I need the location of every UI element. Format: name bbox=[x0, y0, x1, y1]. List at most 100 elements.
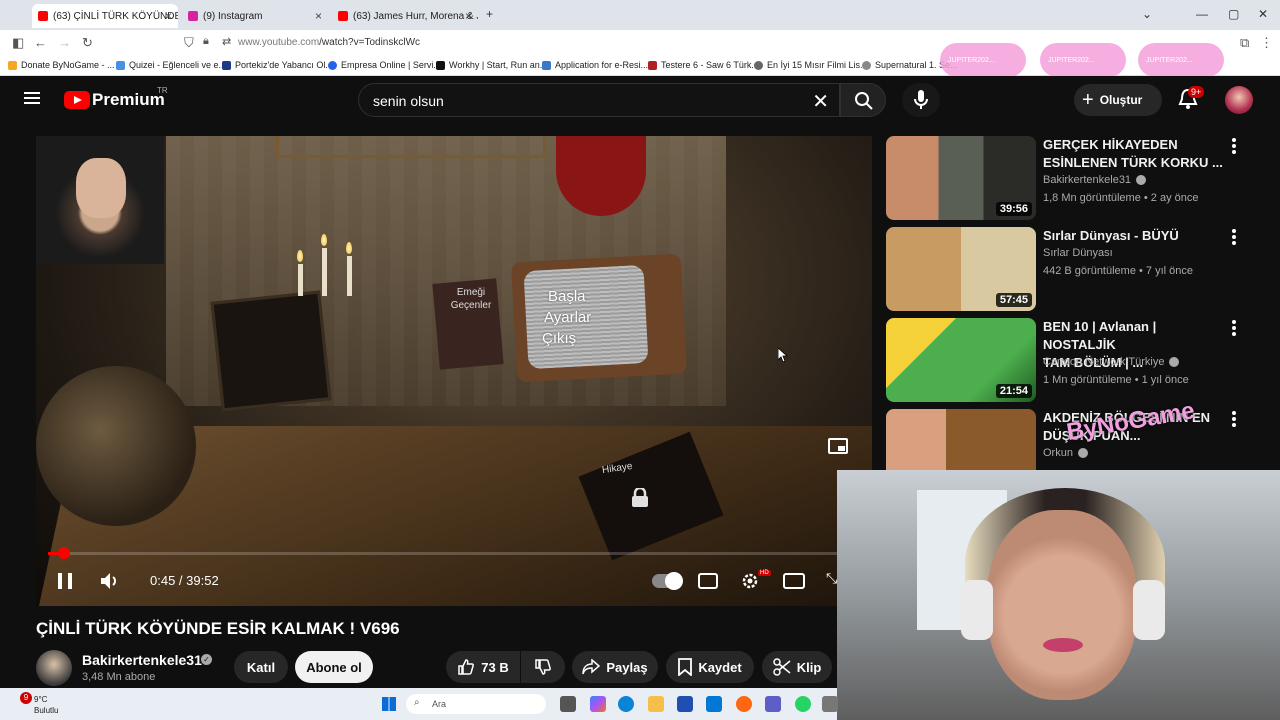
lock-icon[interactable]: 🔒︎ bbox=[203, 35, 209, 48]
fullscreen-icon[interactable]: ⤡ bbox=[826, 570, 837, 587]
subscribe-button[interactable]: Abone ol bbox=[295, 651, 373, 683]
video-thumbnail[interactable]: 39:56 bbox=[886, 136, 1036, 220]
save-button[interactable]: Kaydet bbox=[666, 651, 754, 683]
verified-check-icon bbox=[1136, 175, 1147, 185]
bookmark-icon bbox=[116, 60, 125, 70]
hamburger-menu-icon[interactable] bbox=[24, 92, 40, 104]
create-button[interactable]: + Oluştur bbox=[1074, 84, 1162, 116]
bookmark-label: Quizei - Eğlenceli ve e... bbox=[129, 60, 227, 70]
weather-condition: Bulutlu bbox=[34, 706, 59, 715]
recommended-channel[interactable]: Cartoon Network Türkiye bbox=[1043, 356, 1180, 368]
more-options-icon[interactable] bbox=[1232, 411, 1236, 427]
join-button[interactable]: Katıl bbox=[234, 651, 288, 683]
like-button[interactable]: 73 B bbox=[446, 651, 520, 683]
subtitles-icon[interactable] bbox=[698, 573, 718, 589]
site-info-icon[interactable]: ⇄ bbox=[222, 35, 231, 48]
recommended-video[interactable]: 57:45 Sırlar Dünyası - BÜYÜ Sırlar Dünya… bbox=[886, 227, 1276, 311]
close-tab-icon[interactable]: × bbox=[165, 9, 172, 23]
reload-icon[interactable]: ↻ bbox=[82, 35, 93, 51]
search-input[interactable]: senin olsun ✕ bbox=[358, 83, 840, 117]
bookmark-icon bbox=[648, 60, 657, 70]
bookmark-item[interactable]: Application for e-Resi... bbox=[542, 60, 648, 70]
firefox-icon[interactable] bbox=[736, 696, 752, 712]
more-options-icon[interactable] bbox=[1232, 229, 1236, 245]
flame-icon bbox=[321, 234, 327, 246]
premium-label[interactable]: Premium bbox=[92, 90, 165, 110]
recommended-channel[interactable]: Orkun bbox=[1043, 447, 1088, 459]
share-button[interactable]: Paylaş bbox=[572, 651, 658, 683]
back-icon[interactable]: ← bbox=[34, 35, 47, 50]
store-icon[interactable] bbox=[677, 696, 693, 712]
new-tab-icon[interactable]: + bbox=[486, 7, 493, 21]
tab-music[interactable]: (63) James Hurr, Morena & Jay × bbox=[332, 4, 478, 28]
more-options-icon[interactable] bbox=[1232, 320, 1236, 336]
account-avatar[interactable] bbox=[1225, 86, 1253, 114]
taskbar-app-icon[interactable] bbox=[822, 696, 838, 712]
recommended-title[interactable]: GERÇEK HİKAYEDEN ESİNLENEN TÜRK KORKU ..… bbox=[1043, 136, 1223, 172]
minimize-icon[interactable]: — bbox=[1196, 7, 1208, 21]
teams-icon[interactable] bbox=[765, 696, 781, 712]
weather-widget[interactable]: 9°C Bulutlu bbox=[34, 694, 58, 716]
url-field[interactable]: www.youtube.com/watch?v=TodinskclWc bbox=[238, 37, 420, 48]
search-button[interactable] bbox=[840, 83, 886, 117]
bookmark-icon bbox=[678, 658, 693, 676]
sidebar-toggle-icon[interactable]: ◧ bbox=[12, 35, 24, 51]
tab-instagram[interactable]: (9) Instagram × bbox=[182, 4, 328, 28]
video-player[interactable]: Emeği Geçenler Başla Ayarlar Çıkış Hikay… bbox=[36, 136, 872, 606]
forward-icon[interactable]: → bbox=[58, 35, 71, 50]
dislike-button[interactable] bbox=[521, 651, 565, 683]
progress-bar[interactable] bbox=[48, 547, 872, 559]
video-duration: 57:45 bbox=[995, 293, 1032, 307]
recommended-title[interactable]: Sırlar Dünyası - BÜYÜ bbox=[1043, 227, 1223, 245]
voice-search-button[interactable] bbox=[902, 83, 940, 117]
clear-search-icon[interactable]: ✕ bbox=[812, 89, 829, 114]
miniplayer-icon[interactable] bbox=[828, 438, 848, 454]
edge-icon[interactable] bbox=[618, 696, 634, 712]
channel-avatar[interactable] bbox=[36, 650, 72, 686]
thumbs-up-icon bbox=[458, 659, 475, 675]
plus-icon: + bbox=[1082, 88, 1094, 111]
tab-list-icon[interactable]: ⌄ bbox=[1142, 7, 1152, 21]
mail-icon[interactable] bbox=[706, 696, 722, 712]
windows-start-icon[interactable] bbox=[382, 697, 396, 711]
taskbar-search[interactable]: ⌕ Ara bbox=[406, 694, 546, 714]
maximize-icon[interactable]: ▢ bbox=[1228, 7, 1239, 21]
recommended-video[interactable]: 39:56 GERÇEK HİKAYEDEN ESİNLENEN TÜRK KO… bbox=[886, 136, 1276, 220]
volume-icon[interactable] bbox=[100, 572, 120, 590]
bookmark-item[interactable]: Testere 6 - Saw 6 Türk... bbox=[648, 60, 759, 70]
whatsapp-icon[interactable] bbox=[795, 696, 811, 712]
video-thumbnail[interactable]: 57:45 bbox=[886, 227, 1036, 311]
autoplay-toggle[interactable] bbox=[652, 572, 683, 590]
clip-button[interactable]: Klip bbox=[762, 651, 832, 683]
recommended-channel[interactable]: Bakirkertenkele31 bbox=[1043, 174, 1147, 186]
recommended-video[interactable]: 21:54 BEN 10 | Avlanan | NOSTALJİK TAM B… bbox=[886, 318, 1276, 402]
more-options-icon[interactable] bbox=[1232, 138, 1236, 154]
close-window-icon[interactable]: ✕ bbox=[1258, 7, 1268, 21]
bookmark-item[interactable]: En İyi 15 Mısır Filmi Lis... bbox=[754, 60, 868, 70]
bookmark-item[interactable]: Portekiz'de Yabancı Ol... bbox=[222, 60, 333, 70]
recommended-channel[interactable]: Sırlar Dünyası bbox=[1043, 247, 1113, 259]
browser-menu-icon[interactable]: ⋮ bbox=[1260, 35, 1273, 51]
settings-gear-icon[interactable] bbox=[740, 571, 760, 591]
bookmark-item[interactable]: Workhy | Start, Run an... bbox=[436, 60, 547, 70]
extensions-icon[interactable]: ⧉ bbox=[1240, 35, 1249, 51]
copilot-icon[interactable] bbox=[590, 696, 606, 712]
close-tab-icon[interactable]: × bbox=[465, 9, 472, 23]
youtube-logo-icon[interactable] bbox=[64, 91, 90, 109]
tracking-icon[interactable]: ⛉ bbox=[184, 35, 194, 51]
file-explorer-icon[interactable] bbox=[648, 696, 664, 712]
pause-icon[interactable] bbox=[58, 573, 72, 589]
bookmark-item[interactable]: Quizei - Eğlenceli ve e... bbox=[116, 60, 226, 70]
screen: (63) ÇİNLİ TÜRK KÖYÜNDE × (9) Instagram … bbox=[0, 0, 1280, 720]
task-view-icon[interactable] bbox=[560, 696, 576, 712]
bookmark-item[interactable]: Empresa Online | Servi... bbox=[328, 60, 441, 70]
tab-youtube[interactable]: (63) ÇİNLİ TÜRK KÖYÜNDE × bbox=[32, 4, 178, 28]
search-icon bbox=[855, 92, 873, 110]
progress-scrubber[interactable] bbox=[57, 547, 70, 559]
theater-mode-icon[interactable] bbox=[783, 572, 805, 590]
video-thumbnail[interactable]: 21:54 bbox=[886, 318, 1036, 402]
bookmark-item[interactable]: Donate ByNoGame - ... bbox=[8, 60, 115, 70]
headset-icon bbox=[961, 580, 993, 640]
close-tab-icon[interactable]: × bbox=[315, 9, 322, 23]
channel-name[interactable]: Bakirkertenkele31 bbox=[82, 652, 202, 668]
